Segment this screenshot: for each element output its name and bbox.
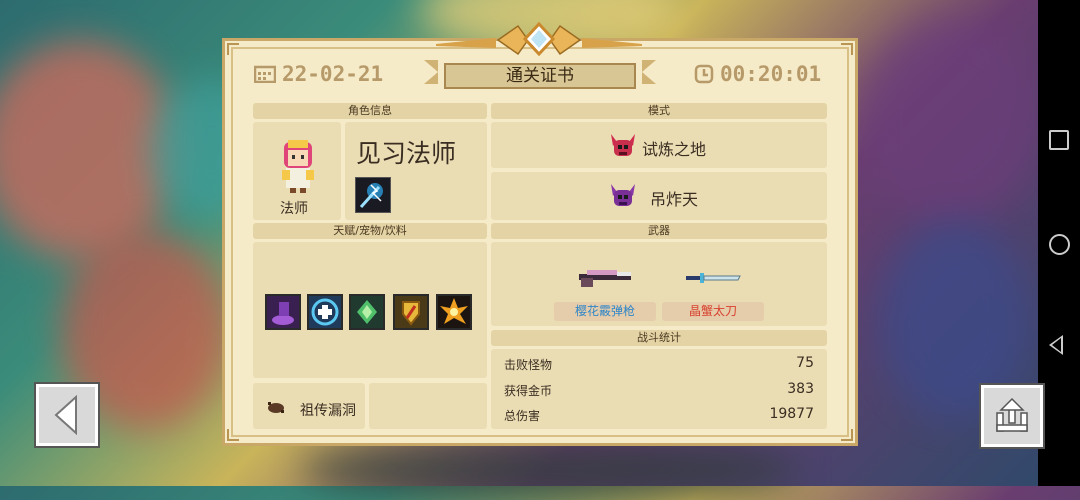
beetle-icon — [268, 402, 284, 413]
demon-skull-icon — [611, 134, 635, 156]
time-text: 00:20:01 — [720, 62, 822, 86]
system-navigation-bar — [1038, 0, 1080, 486]
weapon-label-2: 晶蟹太刀 — [688, 304, 737, 318]
purple-hand-icon — [265, 294, 301, 330]
weapon-label-1: 樱花霰弹枪 — [574, 304, 635, 318]
golden-shield-icon — [393, 294, 429, 330]
character-name: 见习法师 — [356, 139, 457, 168]
recent-apps-button[interactable] — [1049, 130, 1069, 150]
lightning-staff-icon — [355, 177, 391, 213]
stat-value-damage: 19877 — [769, 406, 814, 422]
section-weapons: 武器 — [491, 223, 827, 239]
section-talents: 天赋/宠物/饮料 — [253, 223, 487, 239]
pet-label: 祖传漏洞 — [300, 403, 356, 419]
corner-ornament — [227, 429, 239, 441]
shotgun-icon — [579, 270, 631, 287]
share-button[interactable] — [981, 385, 1043, 447]
certificate-title: 通关证书 — [444, 63, 636, 89]
stat-value-gold: 383 — [787, 381, 814, 397]
blue-shield-icon — [307, 294, 343, 330]
green-gem-icon — [349, 294, 385, 330]
katana-icon — [686, 273, 741, 283]
share-icon — [996, 397, 1028, 432]
corner-ornament — [227, 43, 239, 55]
banner-ribbon-right — [642, 60, 656, 84]
mode-label-1: 试炼之地 — [642, 140, 707, 159]
stat-value-kills: 75 — [796, 355, 814, 371]
stat-label-damage: 总伤害 — [504, 409, 541, 423]
mode-label-2: 吊炸天 — [650, 190, 699, 209]
clock-icon — [694, 64, 714, 84]
mage-portrait-icon — [282, 140, 314, 193]
back-button[interactable] — [36, 384, 98, 446]
character-class-label: 法师 — [280, 201, 308, 217]
section-mode: 模式 — [491, 103, 827, 119]
fire-burst-icon — [436, 294, 472, 330]
corner-ornament — [841, 43, 853, 55]
stat-label-gold: 获得金币 — [504, 384, 553, 398]
clear-time: 00:20:01 — [694, 62, 821, 86]
purple-skull-icon — [611, 184, 635, 206]
stat-label-kills: 击败怪物 — [504, 358, 553, 372]
banner-ribbon-left — [424, 60, 438, 84]
weapon-tag-1: 樱花霰弹枪 — [554, 302, 656, 321]
home-button[interactable] — [1049, 234, 1070, 255]
weapons-cell — [491, 242, 827, 326]
top-ornament-icon — [436, 22, 642, 56]
date-text: 22-02-21 — [282, 62, 384, 86]
section-battle-stats: 战斗统计 — [491, 330, 827, 346]
system-back-button[interactable] — [1049, 335, 1063, 355]
corner-ornament — [841, 429, 853, 441]
section-character-info: 角色信息 — [253, 103, 487, 119]
arrow-left-icon — [54, 395, 77, 435]
drink-cell — [369, 383, 487, 429]
calendar-icon — [254, 65, 276, 83]
weapon-tag-2: 晶蟹太刀 — [662, 302, 764, 321]
clear-date: 22-02-21 — [254, 62, 383, 86]
